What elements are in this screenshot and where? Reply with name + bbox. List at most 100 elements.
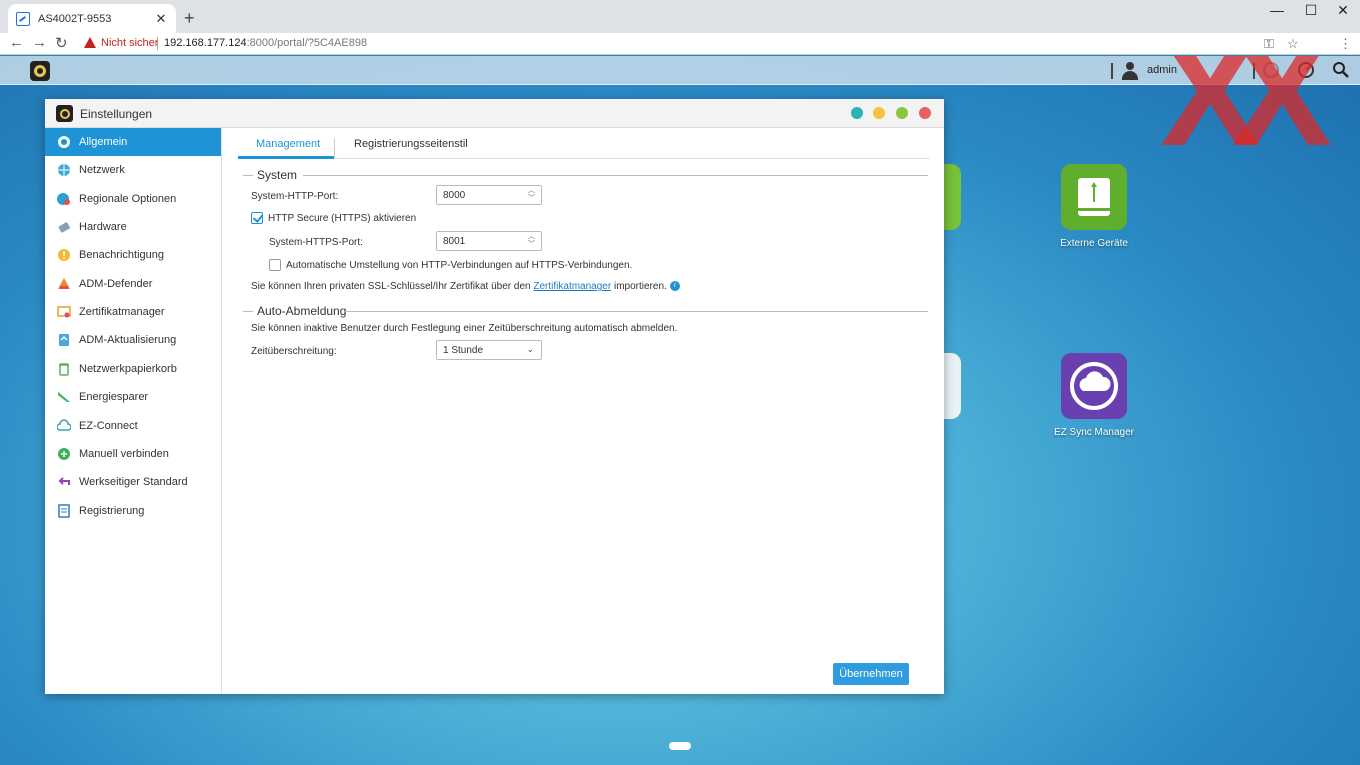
hardware-icon xyxy=(57,220,71,234)
window-minimize-button[interactable] xyxy=(873,107,885,119)
cloud-sync-icon[interactable] xyxy=(1061,353,1127,419)
timeout-value: 1 Stunde xyxy=(443,345,484,356)
tab-title: AS4002T-9553 xyxy=(38,12,112,25)
https-checkbox[interactable] xyxy=(251,212,263,224)
ssl-info-text: Sie können Ihren privaten SSL-Schlüssel/… xyxy=(251,281,680,292)
general-icon xyxy=(57,135,71,149)
reload-icon[interactable]: ↻ xyxy=(55,34,68,52)
sidebar-item-allgemein[interactable]: Allgemein xyxy=(45,128,221,156)
sidebar-item-label: EZ-Connect xyxy=(79,420,138,432)
sidebar-item-netzwerk[interactable]: Netzwerk xyxy=(45,156,221,184)
stepper-arrows-icon[interactable]: ︿ ﹀ xyxy=(528,187,535,203)
sidebar-item-adm-defender[interactable]: ADM-Defender xyxy=(45,270,221,298)
desktop: admin XX & ellu... atio... Externe Gerät… xyxy=(0,56,1360,765)
window-dot-teal[interactable] xyxy=(851,107,863,119)
topbar-divider xyxy=(1111,63,1113,79)
usb-drive-icon[interactable] xyxy=(1061,164,1127,230)
https-checkbox-label[interactable]: HTTP Secure (HTTPS) aktivieren xyxy=(268,213,416,224)
url-separator xyxy=(157,37,158,50)
sidebar-item-label: Benachrichtigung xyxy=(79,249,165,261)
star-icon[interactable]: ☆ xyxy=(1287,36,1299,52)
adm-logo-icon[interactable] xyxy=(30,61,50,81)
ssl-text-after: importieren. xyxy=(613,281,667,292)
sidebar-item-label: Netzwerkpapierkorb xyxy=(79,363,177,375)
info-icon[interactable]: i xyxy=(669,281,680,292)
section-title: System xyxy=(257,168,298,182)
window-title: Einstellungen xyxy=(80,107,153,121)
menu-icon[interactable]: ⋮ xyxy=(1339,36,1352,52)
not-secure-label[interactable]: Nicht sicher xyxy=(101,37,158,49)
stepper-arrows-icon[interactable]: ︿ ﹀ xyxy=(528,233,535,249)
minimize-icon[interactable]: — xyxy=(1262,2,1292,18)
registration-icon xyxy=(57,504,71,518)
sidebar-item-energiesparer[interactable]: Energiesparer xyxy=(45,383,221,411)
sidebar-item-label: Netzwerk xyxy=(79,164,125,176)
defender-icon xyxy=(57,277,71,291)
window-close-button[interactable] xyxy=(919,107,931,119)
sidebar-item-registrierung[interactable]: Registrierung xyxy=(45,497,221,525)
http-port-label: System-HTTP-Port: xyxy=(251,191,339,202)
section-title: Auto-Abmeldung xyxy=(257,304,347,318)
search-icon[interactable] xyxy=(1332,61,1350,79)
manual-connect-icon xyxy=(57,447,71,461)
settings-app-icon xyxy=(56,105,73,122)
sidebar-item-label: Energiesparer xyxy=(79,391,149,403)
tab-close-icon[interactable]: ✕ xyxy=(154,11,168,27)
url-path: :8000/portal/?5C4AE898 xyxy=(246,37,368,49)
https-redirect-checkbox[interactable] xyxy=(269,259,281,271)
sidebar-item-label: ADM-Defender xyxy=(79,278,153,290)
sidebar-item-benachrichtigung[interactable]: Benachrichtigung xyxy=(45,241,221,269)
close-window-icon[interactable]: ✕ xyxy=(1328,2,1358,19)
notification-icon xyxy=(57,248,71,262)
window-maximize-button[interactable] xyxy=(896,107,908,119)
sidebar-item-label: Registrierung xyxy=(79,505,145,517)
sidebar-item-label: Werkseitiger Standard xyxy=(79,476,188,488)
factory-reset-icon xyxy=(57,475,71,489)
browser-tab[interactable]: AS4002T-9553 ✕ xyxy=(8,4,176,33)
tab-underline xyxy=(238,158,930,159)
certificate-manager-link[interactable]: Zertifikatmanager xyxy=(533,281,611,292)
certificate-icon xyxy=(57,305,71,319)
https-port-value: 8001 xyxy=(443,236,466,247)
sidebar-item-adm-aktualisierung[interactable]: ADM-Aktualisierung xyxy=(45,326,221,354)
update-icon xyxy=(57,333,71,347)
sidebar-item-netzwerkpapierkorb[interactable]: Netzwerkpapierkorb xyxy=(45,355,221,383)
warning-icon xyxy=(84,37,96,48)
sidebar-item-ez-connect[interactable]: EZ-Connect xyxy=(45,412,221,440)
sidebar-item-label: Manuell verbinden xyxy=(79,448,169,460)
adm-top-bar: admin xyxy=(0,56,1360,85)
dock-handle[interactable] xyxy=(669,742,691,750)
active-tab-indicator xyxy=(238,156,334,159)
sidebar-item-label: Zertifikatmanager xyxy=(79,306,165,318)
sidebar-item-label: Hardware xyxy=(79,221,127,233)
maximize-icon[interactable]: ☐ xyxy=(1296,2,1326,19)
sidebar-item-label: Regionale Optionen xyxy=(79,193,177,205)
https-port-stepper[interactable]: 8001 ︿ ﹀ xyxy=(436,231,542,251)
window-title-bar[interactable]: Einstellungen xyxy=(45,99,944,128)
tab-management[interactable]: Management xyxy=(256,138,320,156)
forward-icon[interactable]: → xyxy=(32,34,47,51)
apply-button[interactable]: Übernehmen xyxy=(833,663,909,685)
http-port-stepper[interactable]: 8000 ︿ ﹀ xyxy=(436,185,542,205)
address-bar: ← → ↻ Nicht sicher 192.168.177.124:8000/… xyxy=(0,33,1360,55)
sidebar-item-hardware[interactable]: Hardware xyxy=(45,213,221,241)
key-icon[interactable]: ⚿ xyxy=(1264,36,1274,52)
back-icon[interactable]: ← xyxy=(9,34,24,51)
section-header-system: System xyxy=(243,168,928,182)
sidebar-item-regionale-optionen[interactable]: Regionale Optionen xyxy=(45,185,221,213)
sidebar-item-zertifikatmanager[interactable]: Zertifikatmanager xyxy=(45,298,221,326)
sidebar-item-label: ADM-Aktualisierung xyxy=(79,334,177,346)
https-port-label: System-HTTPS-Port: xyxy=(269,237,363,248)
tab-registrierungsseitenstil[interactable]: Registrierungsseitenstil xyxy=(354,138,468,156)
http-port-value: 8000 xyxy=(443,190,466,201)
sidebar-item-manuell-verbinden[interactable]: Manuell verbinden xyxy=(45,440,221,468)
https-redirect-label[interactable]: Automatische Umstellung von HTTP-Verbind… xyxy=(286,260,632,271)
url-field[interactable]: 192.168.177.124:8000/portal/?5C4AE898 xyxy=(164,37,367,49)
user-icon[interactable] xyxy=(1121,62,1139,80)
sidebar-item-werkseitiger-standard[interactable]: Werkseitiger Standard xyxy=(45,468,221,496)
url-host: 192.168.177.124 xyxy=(164,37,247,49)
timeout-select[interactable]: 1 Stunde ⌄ xyxy=(436,340,542,360)
new-tab-icon[interactable]: + xyxy=(184,8,195,29)
settings-sidebar: Allgemein Netzwerk Regionale Optionen Ha… xyxy=(45,128,222,694)
desktop-icon-label: Externe Geräte xyxy=(1060,238,1128,249)
